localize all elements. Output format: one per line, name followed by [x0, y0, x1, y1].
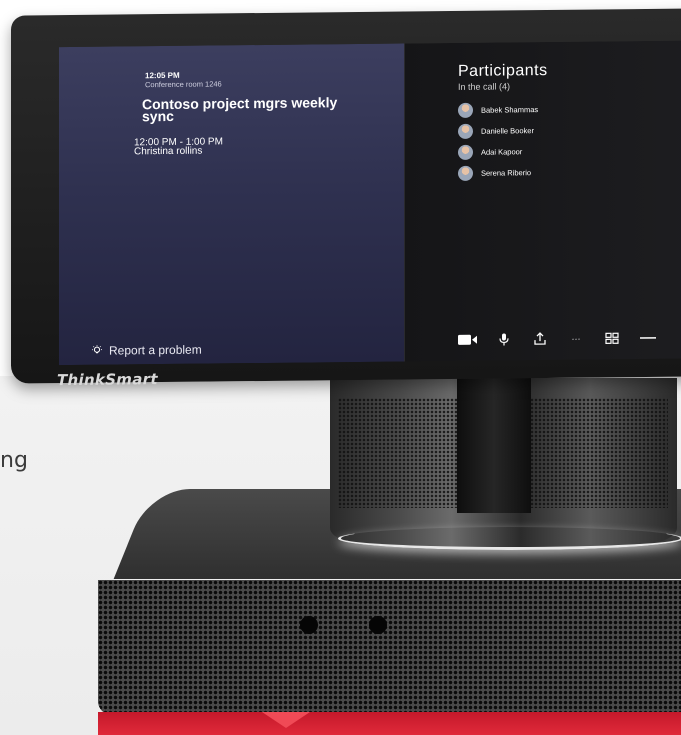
participant-row[interactable]: Danielle Booker — [458, 120, 538, 142]
share-button[interactable] — [530, 332, 550, 346]
speaker-stand — [330, 378, 677, 548]
participant-name: Serena Riberio — [481, 168, 532, 178]
participants-list: Babek Shammas Danielle Booker Adai Kapoo… — [458, 99, 538, 184]
participant-row[interactable]: Babek Shammas — [458, 99, 538, 121]
report-problem-label: Report a problem — [109, 342, 202, 358]
report-problem-button[interactable]: Report a problem — [91, 343, 202, 358]
base-red-accent — [98, 712, 681, 735]
base-speaker-mesh — [98, 580, 681, 715]
meeting-organizer: Christina rollins — [134, 145, 203, 158]
share-icon — [534, 332, 546, 345]
microphone-port-left — [300, 616, 318, 634]
layout-button[interactable] — [602, 331, 622, 345]
participant-name: Babek Shammas — [481, 105, 539, 115]
call-controls: ··· — [458, 331, 658, 347]
meeting-info-pane: 12:05 PM Conference room 1246 Contoso pr… — [59, 43, 404, 366]
more-button[interactable]: ··· — [566, 332, 586, 346]
camera-icon — [458, 334, 477, 345]
minimize-button[interactable] — [638, 331, 658, 345]
stand-light-ring — [338, 527, 681, 550]
participants-heading: Participants — [458, 61, 548, 80]
room-name: Conference room 1246 — [145, 79, 222, 90]
brand-logo: ThinkSmart — [57, 370, 158, 390]
microphone-port-right — [369, 616, 387, 634]
microphone-button[interactable] — [494, 332, 514, 346]
avatar — [458, 165, 473, 181]
participants-pane: Participants In the call (4) Babek Shamm… — [404, 40, 681, 362]
current-time: 12:05 PM — [145, 70, 180, 81]
avatar — [458, 123, 473, 139]
base-red-notch — [262, 712, 310, 728]
meeting-title: Contoso project mgrs weekly sync — [142, 94, 338, 125]
more-icon: ··· — [571, 333, 581, 344]
minimize-icon — [640, 337, 656, 339]
base-front-grille — [98, 580, 681, 715]
side-text-fragment: ng — [0, 448, 28, 473]
participant-name: Danielle Booker — [481, 126, 534, 136]
lightbulb-icon — [92, 345, 102, 354]
display-screen: 12:05 PM Conference room 1246 Contoso pr… — [59, 40, 681, 366]
stand-center-column — [457, 378, 531, 513]
avatar — [458, 144, 473, 160]
pane-divider — [404, 43, 405, 362]
participant-row[interactable]: Adai Kapoor — [458, 141, 538, 163]
participant-name: Adai Kapoor — [481, 147, 523, 157]
microphone-icon — [499, 333, 509, 346]
camera-button[interactable] — [458, 333, 478, 347]
layout-grid-icon — [605, 332, 619, 344]
touch-display-monitor: 12:05 PM Conference room 1246 Contoso pr… — [11, 8, 681, 389]
participants-count: In the call (4) — [458, 81, 511, 92]
participant-row[interactable]: Serena Riberio — [458, 162, 538, 184]
avatar — [458, 102, 473, 118]
